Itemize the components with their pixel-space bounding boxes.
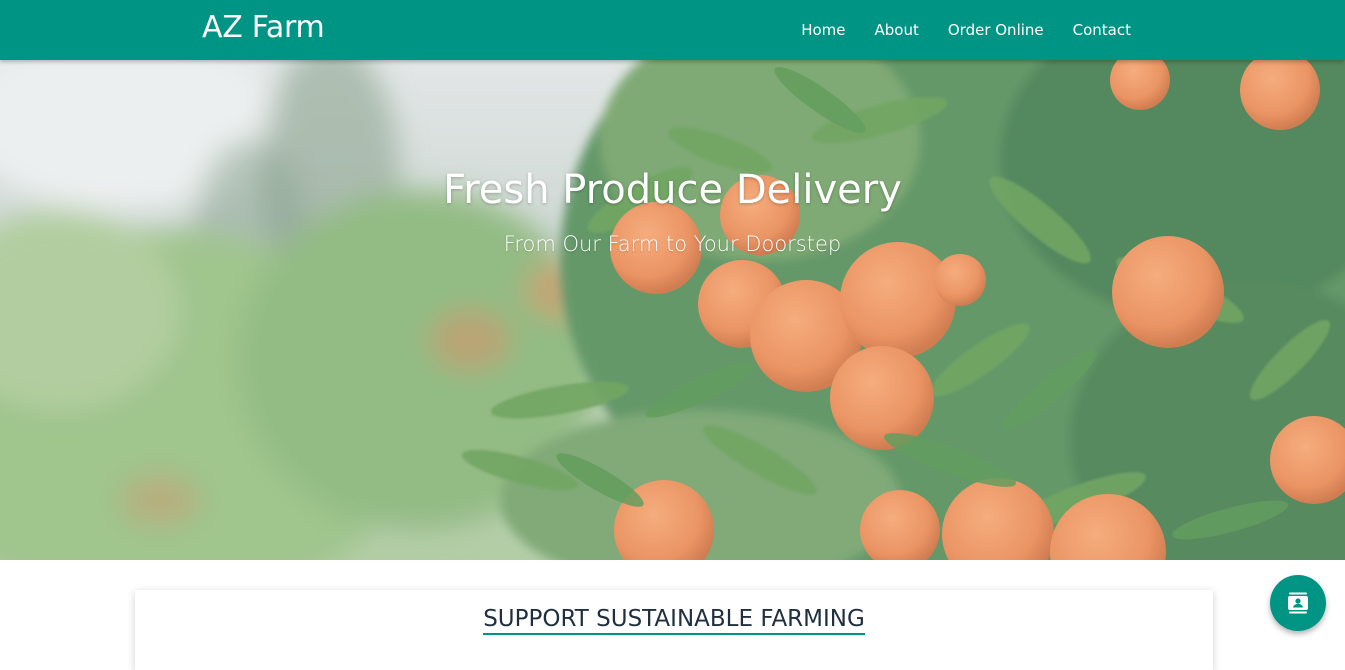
hero-subtitle: From Our Farm to Your Doorstep [503, 232, 842, 256]
section-title-text: SUPPORT SUSTAINABLE FARMING [483, 606, 865, 635]
hero-overlay [0, 60, 1345, 560]
nav-home[interactable]: Home [801, 21, 845, 39]
hero-banner: Fresh Produce Delivery From Our Farm to … [0, 60, 1345, 560]
nav-links: Home About Order Online Contact [772, 0, 1131, 60]
section-title: SUPPORT SUSTAINABLE FARMING [135, 606, 1213, 635]
nav-contact[interactable]: Contact [1073, 21, 1131, 39]
contact-fab-button[interactable] [1270, 575, 1326, 631]
top-navbar: AZ Farm Home About Order Online Contact [0, 0, 1345, 60]
content-card: SUPPORT SUSTAINABLE FARMING [135, 590, 1213, 670]
contact-card-icon [1288, 592, 1308, 614]
nav-about[interactable]: About [875, 21, 919, 39]
hero-title: Fresh Produce Delivery [443, 167, 902, 213]
brand-logo[interactable]: AZ Farm [202, 10, 325, 45]
nav-order-online[interactable]: Order Online [948, 21, 1044, 39]
